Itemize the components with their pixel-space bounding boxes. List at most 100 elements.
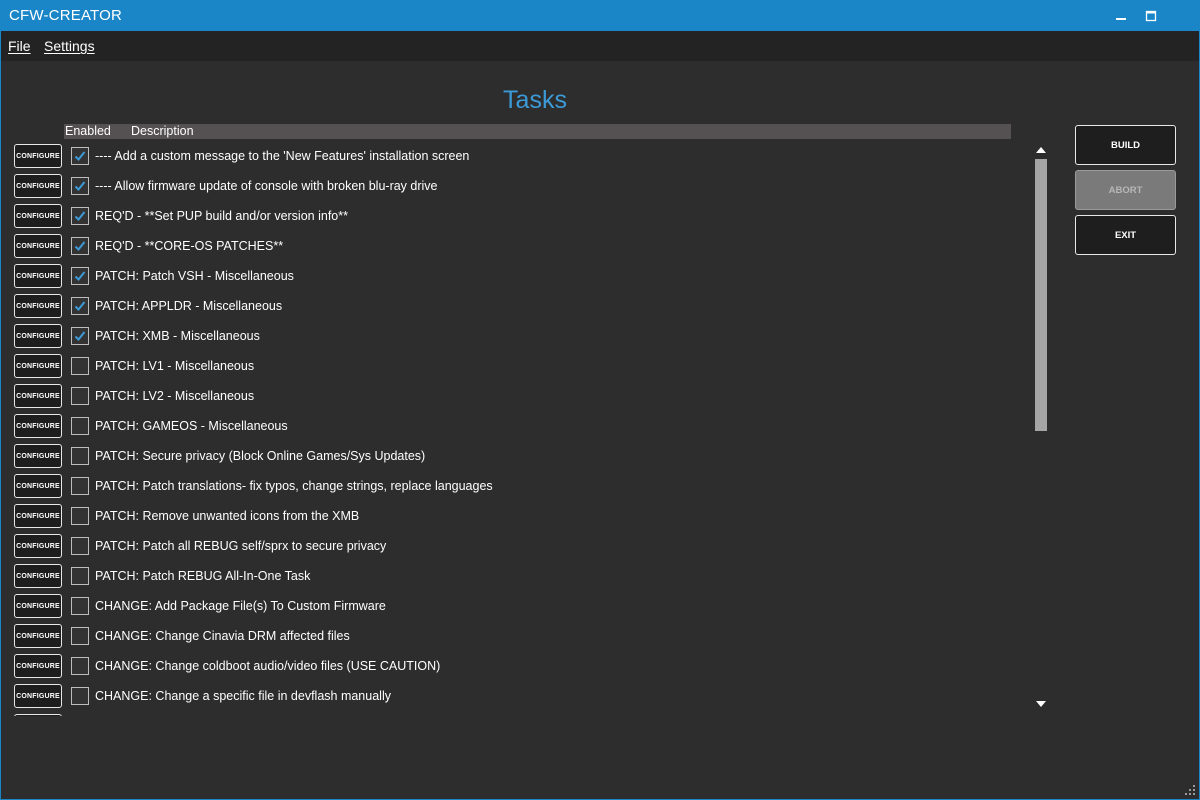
configure-button[interactable]: CONFIGURE: [14, 324, 62, 348]
menu-settings[interactable]: Settings: [44, 38, 95, 54]
task-row: CONFIGURE PATCH: Patch all REBUG self/spr…: [1, 531, 1031, 561]
minimize-button[interactable]: [1104, 1, 1138, 31]
task-row: CONFIGURE CHANGE: Change coldboot audio/v…: [1, 651, 1031, 681]
scroll-up-arrow-icon[interactable]: [1035, 145, 1047, 155]
task-description: PATCH: Remove unwanted icons from the XM…: [95, 509, 360, 523]
enabled-checkbox[interactable]: [71, 447, 89, 465]
task-description: PATCH: Patch REBUG All-In-One Task: [95, 569, 311, 583]
enabled-checkbox[interactable]: [71, 477, 89, 495]
checkmark-icon: [74, 211, 86, 221]
configure-button[interactable]: CONFIGURE: [14, 474, 62, 498]
configure-button[interactable]: CONFIGURE: [14, 414, 62, 438]
enabled-checkbox[interactable]: [71, 237, 89, 255]
title-bar[interactable]: CFW-CREATOR: [1, 1, 1199, 31]
configure-button[interactable]: CONFIGURE: [14, 654, 62, 678]
configure-button[interactable]: CONFIGURE: [14, 714, 62, 716]
enabled-checkbox[interactable]: [71, 657, 89, 675]
enabled-checkbox[interactable]: [71, 507, 89, 525]
checkmark-icon: [74, 301, 86, 311]
page-title: Tasks: [503, 86, 567, 114]
configure-button[interactable]: CONFIGURE: [14, 144, 62, 168]
menu-settings-label: Settings: [44, 38, 95, 54]
task-row: CONFIGURE PATCH: LV1 - Miscellaneous: [1, 351, 1031, 381]
enabled-checkbox[interactable]: [71, 177, 89, 195]
task-description: ---- Add a custom message to the 'New Fe…: [95, 149, 470, 163]
task-description: CHANGE: Add Package File(s) To Custom Fi…: [95, 599, 386, 613]
task-description: CHANGE: Change coldboot audio/video file…: [95, 659, 441, 673]
enabled-checkbox[interactable]: [71, 627, 89, 645]
configure-button[interactable]: CONFIGURE: [14, 174, 62, 198]
enabled-checkbox[interactable]: [71, 297, 89, 315]
build-button[interactable]: BUILD: [1075, 125, 1176, 165]
task-row: CONFIGURE PATCH: Patch VSH - Miscellaneou…: [1, 261, 1031, 291]
app-window: CFW-CREATOR File Settings Tasks Enabled …: [0, 0, 1200, 800]
configure-button[interactable]: CONFIGURE: [14, 594, 62, 618]
task-row: CONFIGURE PATCH: XMB - Miscellaneous: [1, 321, 1031, 351]
configure-button[interactable]: CONFIGURE: [14, 264, 62, 288]
configure-button[interactable]: CONFIGURE: [14, 204, 62, 228]
task-row: CONFIGURE REQ'D - **CORE-OS PATCHES**: [1, 231, 1031, 261]
menu-file[interactable]: File: [8, 38, 31, 54]
enabled-checkbox[interactable]: [71, 687, 89, 705]
enabled-checkbox[interactable]: [71, 387, 89, 405]
task-row: CONFIGURE ---- Add a custom message to th…: [1, 141, 1031, 171]
task-description: REQ'D - **Set PUP build and/or version i…: [95, 209, 348, 223]
enabled-checkbox[interactable]: [71, 417, 89, 435]
enabled-checkbox[interactable]: [71, 597, 89, 615]
scroll-thumb[interactable]: [1035, 159, 1047, 431]
task-description: PATCH: Patch translations- fix typos, ch…: [95, 479, 493, 493]
configure-button[interactable]: CONFIGURE: [14, 534, 62, 558]
minimize-icon: [1116, 18, 1126, 20]
task-row: CONFIGURE CHANGE: Change Cinavia DRM affe…: [1, 621, 1031, 651]
configure-button[interactable]: CONFIGURE: [14, 504, 62, 528]
resize-grip-icon[interactable]: [1184, 784, 1196, 796]
configure-button[interactable]: CONFIGURE: [14, 684, 62, 708]
enabled-checkbox[interactable]: [71, 147, 89, 165]
enabled-checkbox[interactable]: [71, 537, 89, 555]
enabled-checkbox[interactable]: [71, 207, 89, 225]
task-row: CONFIGURE PATCH: Patch REBUG All-In-One T…: [1, 561, 1031, 591]
menu-bar: File Settings: [1, 31, 1199, 61]
task-description: PATCH: Patch VSH - Miscellaneous: [95, 269, 294, 283]
scroll-down-arrow-icon[interactable]: [1035, 699, 1047, 709]
task-description: PATCH: Secure privacy (Block Online Game…: [95, 449, 426, 463]
configure-button[interactable]: CONFIGURE: [14, 354, 62, 378]
configure-button[interactable]: CONFIGURE: [14, 564, 62, 588]
enabled-checkbox[interactable]: [71, 327, 89, 345]
task-description: PATCH: XMB - Miscellaneous: [95, 329, 260, 343]
task-description: ---- Allow firmware update of console wi…: [95, 179, 438, 193]
maximize-button[interactable]: [1134, 1, 1168, 31]
configure-button[interactable]: CONFIGURE: [14, 384, 62, 408]
task-row: CONFIGURE: [1, 711, 1031, 716]
task-description: PATCH: GAMEOS - Miscellaneous: [95, 419, 288, 433]
task-row: CONFIGURE PATCH: LV2 - Miscellaneous: [1, 381, 1031, 411]
enabled-checkbox[interactable]: [71, 567, 89, 585]
table-header: Enabled Description: [64, 124, 1011, 139]
configure-button[interactable]: CONFIGURE: [14, 444, 62, 468]
maximize-icon: [1145, 10, 1157, 22]
checkmark-icon: [74, 181, 86, 191]
task-description: PATCH: APPLDR - Miscellaneous: [95, 299, 283, 313]
enabled-checkbox[interactable]: [71, 267, 89, 285]
exit-button[interactable]: EXIT: [1075, 215, 1176, 255]
header-enabled: Enabled: [65, 124, 111, 138]
abort-button[interactable]: ABORT: [1075, 170, 1176, 210]
task-row: CONFIGURE PATCH: Patch translations- fix …: [1, 471, 1031, 501]
enabled-checkbox[interactable]: [71, 357, 89, 375]
task-row: CONFIGURE ---- Allow firmware update of c…: [1, 171, 1031, 201]
task-description: CHANGE: Change Cinavia DRM affected file…: [95, 629, 350, 643]
task-row: CONFIGURE PATCH: Remove unwanted icons fr…: [1, 501, 1031, 531]
checkmark-icon: [74, 271, 86, 281]
checkmark-icon: [74, 151, 86, 161]
task-row: CONFIGURE PATCH: Secure privacy (Block On…: [1, 441, 1031, 471]
task-list-scrollbar[interactable]: [1031, 141, 1051, 716]
checkmark-icon: [74, 331, 86, 341]
configure-button[interactable]: CONFIGURE: [14, 294, 62, 318]
configure-button[interactable]: CONFIGURE: [14, 624, 62, 648]
task-description: PATCH: LV2 - Miscellaneous: [95, 389, 255, 403]
task-description: PATCH: Patch all REBUG self/sprx to secu…: [95, 539, 387, 553]
task-description: PATCH: LV1 - Miscellaneous: [95, 359, 255, 373]
task-row: CONFIGURE CHANGE: Change a specific file …: [1, 681, 1031, 711]
configure-button[interactable]: CONFIGURE: [14, 234, 62, 258]
task-list[interactable]: CONFIGURE ---- Add a custom message to th…: [1, 141, 1031, 716]
